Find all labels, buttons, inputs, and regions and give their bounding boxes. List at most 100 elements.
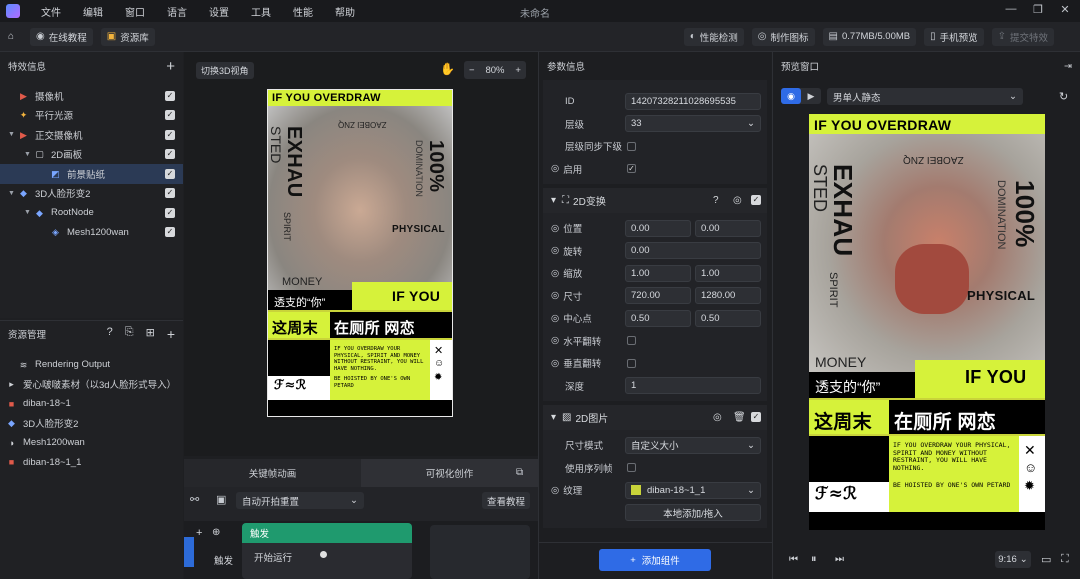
keyframe-icon[interactable]: ◎ [551, 335, 559, 346]
visibility-checkbox[interactable]: ✓ [165, 110, 175, 121]
keyframe-icon[interactable]: ◎ [551, 223, 559, 234]
texture-select[interactable]: diban-18~1_1 ⌄ [625, 481, 761, 499]
keyframe-icon[interactable]: ◎ [551, 268, 559, 279]
toggle-3d-button[interactable]: 切换3D视角 [196, 62, 254, 79]
tab-visual[interactable]: 可视化创作 [361, 459, 538, 487]
size-w-field[interactable]: 720.00 [625, 287, 691, 305]
add-icon[interactable]: + [166, 58, 175, 75]
add-node-icon[interactable]: + [196, 527, 202, 539]
visibility-checkbox[interactable]: ✓ [165, 90, 175, 101]
expand-arrow-icon[interactable]: ▼ [24, 209, 34, 216]
visibility-checkbox[interactable]: ✓ [165, 149, 175, 160]
help-icon[interactable]: ? [713, 195, 719, 206]
device-frame-icon[interactable]: ▭ [1041, 553, 1051, 566]
effects-tree-item[interactable]: ◈ Mesh1200wan ✓ [0, 223, 183, 243]
trash-icon[interactable]: 🗑 [733, 412, 746, 423]
add-resource-icon[interactable]: + [167, 326, 175, 342]
add-component-button[interactable]: + 添加组件 [599, 549, 711, 571]
keyframe-icon[interactable]: ◎ [551, 313, 559, 324]
menu-item[interactable]: 帮助 [324, 4, 366, 19]
perf-check-button[interactable]: ◐ 性能检测 [683, 27, 744, 46]
enable-checkbox[interactable]: ✓ [627, 164, 636, 174]
menu-item[interactable]: 语言 [156, 4, 198, 19]
skip-forward-icon[interactable]: ⏭ [835, 554, 844, 565]
visibility-checkbox[interactable]: ✓ [165, 227, 175, 238]
tab-keyframe[interactable]: 关键帧动画 [184, 459, 361, 487]
new-folder-icon[interactable]: ⊞ [146, 326, 155, 342]
fullscreen-icon[interactable]: ⛶ [1061, 553, 1069, 566]
section-img-checkbox[interactable]: ✓ [751, 412, 761, 422]
section-2d-image[interactable]: ▾ ▨ 2D图片 ◎ 🗑 ✓ [543, 405, 767, 430]
start-run-port[interactable] [320, 551, 327, 558]
visibility-checkbox[interactable]: ✓ [165, 168, 175, 179]
make-icon-button[interactable]: ◎ 制作图标 [751, 27, 815, 46]
effects-tree-item[interactable]: ◩ 前景贴纸 ✓ [0, 164, 183, 184]
resource-item[interactable]: ◆ 3D人脸形变2 [0, 414, 183, 434]
graph-icon[interactable]: ⚯ [190, 493, 199, 506]
auto-start-select[interactable]: 自动开拍重置 ⌄ [236, 492, 364, 509]
menu-item[interactable]: 设置 [198, 4, 240, 19]
keyframe-icon[interactable]: ◎ [551, 485, 559, 496]
menu-item[interactable]: 工具 [240, 4, 282, 19]
expand-arrow-icon[interactable]: ▼ [8, 131, 18, 138]
size-mode-select[interactable]: 自定义大小 ⌄ [625, 436, 761, 454]
scale-x-field[interactable]: 1.00 [625, 264, 691, 282]
refresh-icon[interactable]: ↻ [1059, 90, 1068, 103]
view-tutorial-button[interactable]: 查看教程 [482, 492, 530, 509]
panel-icon[interactable]: ▣ [216, 493, 226, 506]
local-add-button[interactable]: 本地添加/拖入 [625, 504, 761, 522]
expand-arrow-icon[interactable]: ▼ [8, 190, 18, 197]
popout-icon[interactable]: ⧉ [516, 467, 523, 478]
visibility-checkbox[interactable]: ✓ [165, 207, 175, 218]
camera-mode-icon[interactable]: ◉ [781, 88, 801, 104]
center-y-field[interactable]: 0.50 [695, 309, 761, 327]
id-field[interactable]: 14207328211028695535 [625, 92, 761, 110]
memory-indicator[interactable]: ▤ 0.77MB/5.00MB [822, 27, 917, 46]
menu-item[interactable]: 文件 [30, 4, 72, 19]
collapse-panel-icon[interactable]: ⇥ [1064, 61, 1072, 72]
keyframe-icon[interactable]: ◎ [551, 245, 559, 256]
scale-y-field[interactable]: 1.00 [695, 264, 761, 282]
preview-model-select[interactable]: 男单人静态 ⌄ [827, 88, 1023, 105]
flip-h-checkbox[interactable] [627, 336, 636, 346]
canvas-viewport[interactable]: 切换3D视角 ✋ −80% + IF YOU OVERDRAW EXHAU STE… [184, 52, 538, 456]
keyframe-icon[interactable]: ◎ [551, 358, 559, 369]
depth-field[interactable]: 1 [625, 377, 761, 395]
flip-v-checkbox[interactable] [627, 358, 636, 368]
resource-item[interactable]: ≋ Rendering Output [0, 355, 183, 375]
menu-item[interactable]: 窗口 [114, 4, 156, 19]
zoom-out-button[interactable]: − [469, 65, 475, 76]
import-file-icon[interactable]: ⎘ [125, 326, 134, 342]
close-icon[interactable]: ✕ [1057, 3, 1073, 19]
video-mode-icon[interactable]: ▶ [801, 88, 821, 104]
rotation-field[interactable]: 0.00 [625, 242, 761, 260]
help-icon[interactable]: ? [107, 326, 113, 342]
restore-icon[interactable]: ❐ [1030, 3, 1046, 19]
pos-x-field[interactable]: 0.00 [625, 219, 691, 237]
section-2d-checkbox[interactable]: ✓ [751, 195, 761, 205]
visibility-checkbox[interactable]: ✓ [165, 188, 175, 199]
online-tutorial-button[interactable]: ◉ 在线教程 [30, 27, 93, 46]
phone-preview-button[interactable]: ▯ 手机预览 [924, 27, 984, 46]
center-x-field[interactable]: 0.50 [625, 309, 691, 327]
zoom-in-button[interactable]: + [515, 65, 521, 76]
expand-arrow-icon[interactable]: ▼ [24, 151, 34, 158]
resource-item[interactable]: ■ diban-18~1 [0, 394, 183, 414]
keyframe-icon[interactable]: ◎ [713, 412, 722, 423]
menu-item[interactable]: 性能 [282, 4, 324, 19]
skip-back-icon[interactable]: ⏮ [789, 554, 798, 565]
effects-tree-item[interactable]: ▼ ◆ 3D人脸形变2 ✓ [0, 184, 183, 204]
layer-select[interactable]: 33 ⌄ [625, 115, 761, 133]
keyframe-icon[interactable]: ◎ [551, 163, 559, 174]
effects-tree-item[interactable]: ✦ 平行光源 ✓ [0, 106, 183, 126]
home-icon[interactable]: ⌂ [8, 31, 22, 42]
submit-effect-button[interactable]: ⇪ 提交特效 [991, 27, 1055, 46]
pause-icon[interactable]: ⏸ [811, 553, 817, 566]
target-icon[interactable]: ⊕ [212, 527, 220, 538]
poster-sticker[interactable]: IF YOU OVERDRAW EXHAU STED SPIRIT 100% D… [267, 89, 453, 417]
section-2d-transform[interactable]: ▾ ⛶ 2D变换 ? ◎ ✓ [543, 188, 767, 213]
effects-tree-item[interactable]: ▼ ▢ 2D画板 ✓ [0, 145, 183, 165]
visibility-checkbox[interactable]: ✓ [165, 129, 175, 140]
pos-y-field[interactable]: 0.00 [695, 219, 761, 237]
asset-library-button[interactable]: ▣ 资源库 [100, 27, 155, 46]
